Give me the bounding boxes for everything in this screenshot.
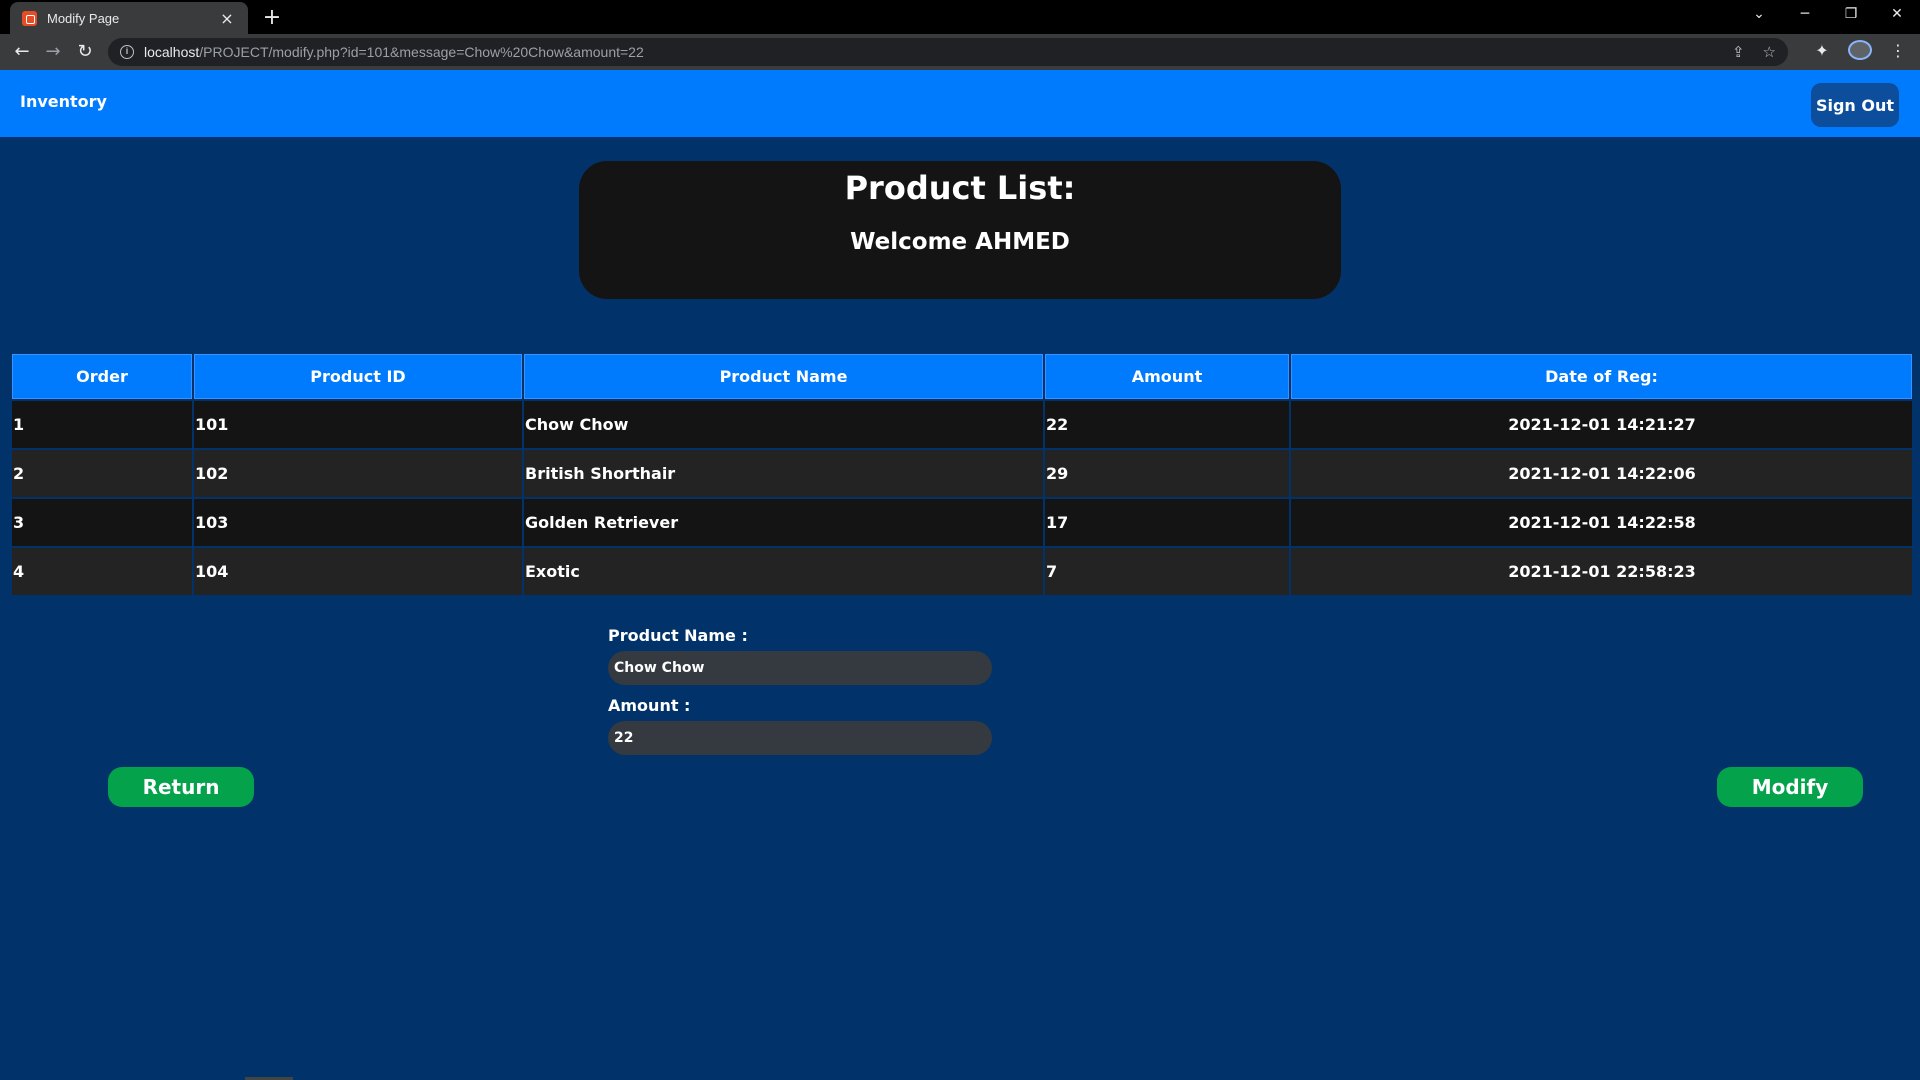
- share-icon[interactable]: ⇪: [1732, 43, 1745, 61]
- cell-product-name: Chow Chow: [524, 401, 1043, 448]
- browser-menu-icon[interactable]: ⋮: [1886, 41, 1910, 60]
- product-table: Order Product ID Product Name Amount Dat…: [10, 352, 1914, 597]
- close-window-icon[interactable]: ✕: [1874, 0, 1920, 30]
- cell-amount: 7: [1045, 548, 1289, 595]
- cell-date: 2021-12-01 22:58:23: [1291, 548, 1912, 595]
- navbar-brand[interactable]: Inventory: [20, 92, 107, 111]
- table-header-row: Order Product ID Product Name Amount Dat…: [12, 354, 1912, 399]
- minimize-icon[interactable]: ─: [1782, 0, 1828, 30]
- cell-product-name: Golden Retriever: [524, 499, 1043, 546]
- cell-date: 2021-12-01 14:21:27: [1291, 401, 1912, 448]
- column-header-product-name: Product Name: [524, 354, 1043, 399]
- cell-order: 3: [12, 499, 192, 546]
- site-info-icon[interactable]: i: [120, 45, 134, 59]
- window-controls: ⌄ ─ ❐ ✕: [1736, 0, 1920, 30]
- cell-product-id: 101: [194, 401, 522, 448]
- browser-tab[interactable]: Modify Page ×: [10, 2, 248, 34]
- table-row: 1 101 Chow Chow 22 2021-12-01 14:21:27: [12, 401, 1912, 448]
- cell-order: 4: [12, 548, 192, 595]
- cell-product-id: 102: [194, 450, 522, 497]
- url-text: localhost/PROJECT/modify.php?id=101&mess…: [144, 44, 644, 60]
- table-row: 3 103 Golden Retriever 17 2021-12-01 14:…: [12, 499, 1912, 546]
- product-name-input[interactable]: [608, 651, 992, 685]
- extensions-icon[interactable]: ✦: [1810, 41, 1834, 60]
- table-row: 4 104 Exotic 7 2021-12-01 22:58:23: [12, 548, 1912, 595]
- reload-icon[interactable]: ↻: [73, 40, 97, 64]
- header-card: Product List: Welcome AHMED: [579, 161, 1341, 299]
- modify-button[interactable]: Modify: [1717, 767, 1863, 807]
- sign-out-button[interactable]: Sign Out: [1811, 83, 1899, 127]
- amount-label: Amount :: [608, 696, 691, 715]
- amount-input[interactable]: [608, 721, 992, 755]
- return-button[interactable]: Return: [108, 767, 254, 807]
- column-header-amount: Amount: [1045, 354, 1289, 399]
- column-header-order: Order: [12, 354, 192, 399]
- html5-favicon-icon: [22, 10, 37, 26]
- browser-toolbar: ← → ↻ i localhost/PROJECT/modify.php?id=…: [0, 34, 1920, 70]
- new-tab-icon[interactable]: +: [258, 4, 286, 32]
- navbar: Inventory Sign Out: [0, 70, 1920, 137]
- column-header-date: Date of Reg:: [1291, 354, 1912, 399]
- forward-icon[interactable]: →: [41, 40, 65, 64]
- column-header-product-id: Product ID: [194, 354, 522, 399]
- modify-form: Product Name : Amount :: [608, 626, 992, 766]
- welcome-message: Welcome AHMED: [850, 229, 1070, 255]
- cell-order: 2: [12, 450, 192, 497]
- tab-search-icon[interactable]: ⌄: [1736, 0, 1782, 30]
- cell-product-id: 104: [194, 548, 522, 595]
- page-title: Product List:: [844, 169, 1076, 207]
- restore-icon[interactable]: ❐: [1828, 0, 1874, 30]
- cell-product-id: 103: [194, 499, 522, 546]
- cell-amount: 17: [1045, 499, 1289, 546]
- tab-title: Modify Page: [47, 10, 120, 26]
- cell-amount: 22: [1045, 401, 1289, 448]
- cell-date: 2021-12-01 14:22:58: [1291, 499, 1912, 546]
- cell-amount: 29: [1045, 450, 1289, 497]
- profile-avatar[interactable]: [1848, 40, 1872, 60]
- address-bar[interactable]: i localhost/PROJECT/modify.php?id=101&me…: [108, 38, 1788, 66]
- cell-product-name: Exotic: [524, 548, 1043, 595]
- bookmark-star-icon[interactable]: ☆: [1763, 43, 1776, 61]
- tab-close-icon[interactable]: ×: [218, 9, 236, 28]
- product-name-label: Product Name :: [608, 626, 748, 645]
- cell-product-name: British Shorthair: [524, 450, 1043, 497]
- browser-tabstrip: Modify Page × + ⌄ ─ ❐ ✕: [0, 0, 1920, 34]
- table-row: 2 102 British Shorthair 29 2021-12-01 14…: [12, 450, 1912, 497]
- back-icon[interactable]: ←: [10, 40, 34, 64]
- cell-order: 1: [12, 401, 192, 448]
- cell-date: 2021-12-01 14:22:06: [1291, 450, 1912, 497]
